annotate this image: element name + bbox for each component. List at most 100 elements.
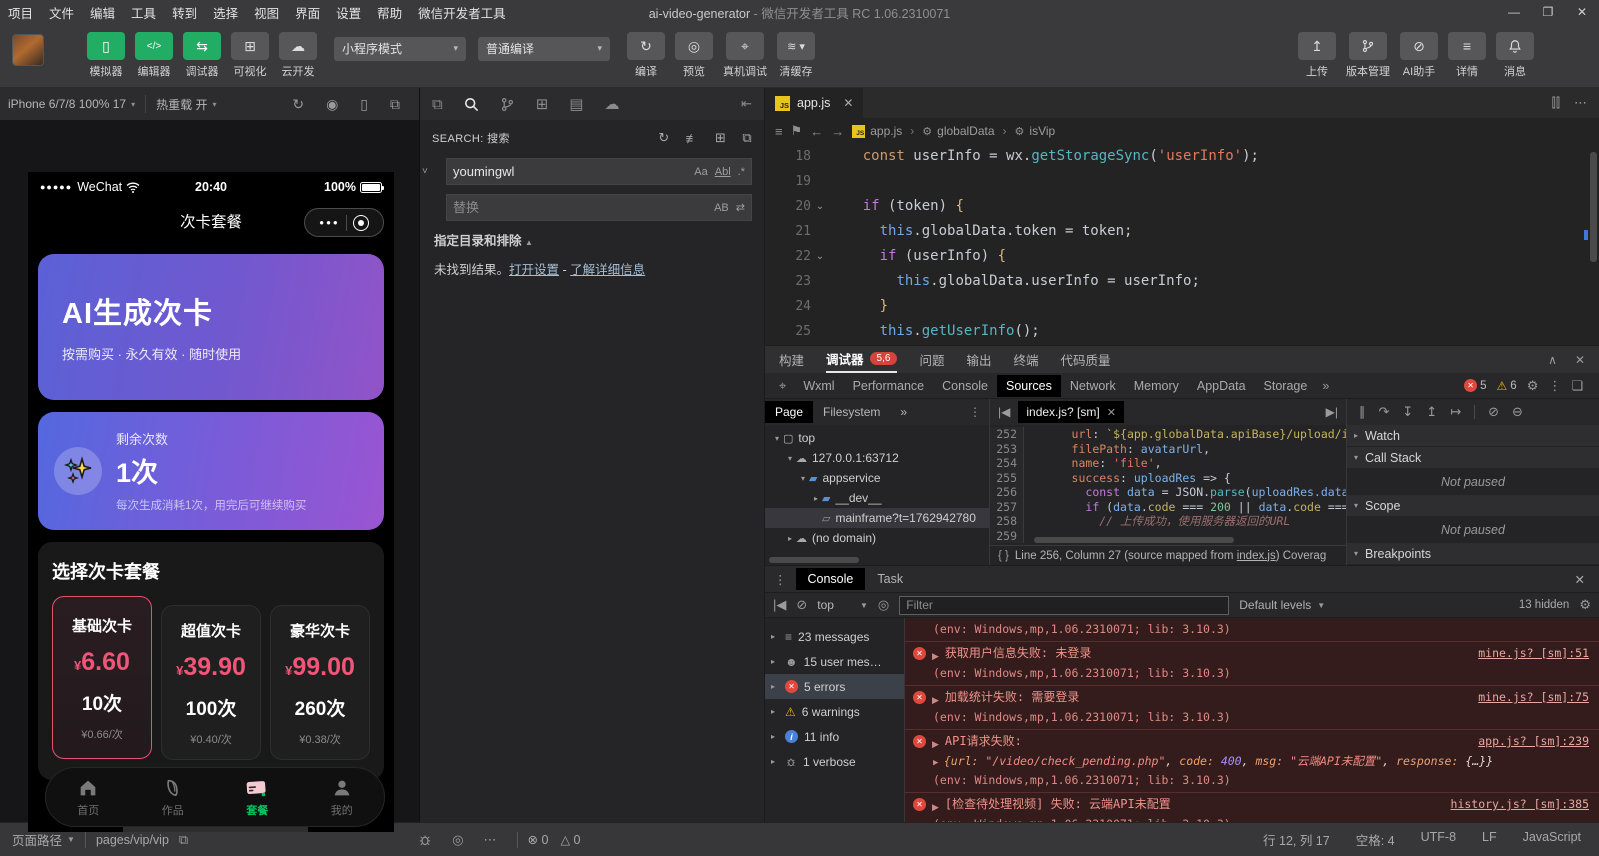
show-debugger-icon[interactable]: ▶| [1318, 405, 1346, 419]
close-tab-icon[interactable]: ✕ [843, 96, 853, 110]
step-icon[interactable]: ↦ [1450, 404, 1461, 420]
devtools-tab-appdata[interactable]: AppData [1188, 375, 1255, 397]
toolbar-button-version-control[interactable]: 版本管理 [1346, 32, 1390, 79]
user-avatar[interactable] [12, 33, 44, 66]
scope-section[interactable]: ▾ Scope [1347, 495, 1599, 517]
restore-button[interactable]: ❐ [1531, 0, 1565, 24]
toolbar-button-clear-cache[interactable]: ≋ ▾ 清缓存 [777, 32, 815, 79]
devtools-tab-performance[interactable]: Performance [844, 375, 934, 397]
sources-code[interactable]: 252 url: `${app.globalData.apiBase}/uplo… [990, 425, 1346, 545]
preserve-case-icon[interactable]: AB [714, 202, 729, 214]
minimize-button[interactable]: — [1497, 0, 1531, 24]
statusbar-item[interactable]: UTF-8 [1421, 830, 1456, 849]
log-levels-dropdown[interactable]: Default levels ▼ [1239, 598, 1325, 612]
tree-item[interactable]: ▸ ☁ (no domain) [765, 528, 989, 548]
devtools-tab-network[interactable]: Network [1061, 375, 1125, 397]
compile-mode-dropdown[interactable]: 普通编译 ▾ [478, 36, 610, 61]
hot-reload-dropdown[interactable]: 热重载 开 ▾ [156, 96, 216, 113]
toolbar-button-details[interactable]: ≡ 详情 [1448, 32, 1486, 79]
devtools-tab-storage[interactable]: Storage [1255, 375, 1317, 397]
tree-item[interactable]: ▸ ▰ __dev__ [765, 488, 989, 508]
collapse-sidebar-icon[interactable]: ⇤ [741, 96, 752, 112]
more-icon[interactable]: ⋯ [484, 832, 497, 848]
console-filter-warning[interactable]: ▸ ⚠ 6 warnings [765, 699, 904, 724]
devtools-tab-sources[interactable]: Sources [997, 374, 1061, 397]
menu-item[interactable]: 选择 [205, 3, 246, 22]
sources-hscrollbar[interactable] [1034, 537, 1234, 543]
clear-results-icon[interactable]: ≢ [686, 131, 699, 146]
devtools-tab-memory[interactable]: Memory [1125, 375, 1188, 397]
console-filter-user[interactable]: ▸ ☻ 15 user mes… [765, 649, 904, 674]
git-icon[interactable] [500, 97, 515, 112]
problem-error-count[interactable]: ⊗ 0 [528, 832, 549, 847]
console-filter-verbose[interactable]: ▸ 1 verbose [765, 749, 904, 774]
package-card[interactable]: 超值次卡 ¥39.90 100次 ¥0.40/次 [161, 605, 261, 760]
statusbar-item[interactable]: JavaScript [1523, 830, 1581, 849]
source-location-link[interactable]: app.js? [sm]:239 [1478, 733, 1589, 750]
open-in-editor-icon[interactable]: ⊞ [715, 130, 726, 146]
console-filter-list[interactable]: ▸ ≡ 23 messages [765, 624, 904, 649]
menu-item[interactable]: 帮助 [369, 3, 410, 22]
watch-expression-icon[interactable]: ◎ [452, 832, 463, 848]
console-message[interactable]: ✕ ▶ [检查待处理视频] 失败: 云端API未配置 history.js? [sm]… [905, 793, 1599, 822]
close-console-icon[interactable]: ✕ [1575, 572, 1599, 587]
more-tabs-icon[interactable]: » [890, 401, 917, 423]
page-path-label[interactable]: 页面路径 [12, 830, 62, 849]
copy-path-icon[interactable]: ⧉ [179, 832, 188, 848]
console-message[interactable]: ✕ ▶ 获取用户信息失败: 未登录 mine.js? [sm]:51 (env: Win… [905, 642, 1599, 686]
tab-works[interactable]: 作品 [131, 777, 216, 818]
console-message[interactable]: ✕ ▶ API请求失败: app.js? [sm]:239 ▶ {url: "/vide… [905, 730, 1599, 793]
device-frame-icon[interactable]: ▯ [360, 97, 368, 111]
panel-tab[interactable]: 终端 [1013, 346, 1038, 373]
clear-console-icon[interactable]: ⊘ [796, 597, 807, 613]
debug-icon[interactable] [418, 833, 432, 847]
editor-tab-appjs[interactable]: JS app.js ✕ [765, 88, 864, 118]
toolbar-button-visual[interactable]: ⊞ 可视化 [231, 32, 269, 79]
menu-item[interactable]: 视图 [246, 3, 287, 22]
forward-icon[interactable]: → [831, 124, 844, 139]
menu-item[interactable]: 编辑 [82, 3, 123, 22]
console-settings-icon[interactable]: ⚙ [1579, 597, 1591, 613]
menu-item[interactable]: 转到 [164, 3, 205, 22]
back-icon[interactable]: ← [810, 124, 823, 139]
eye-icon[interactable]: ◎ [878, 597, 889, 613]
editor-scrollbar[interactable] [1590, 152, 1597, 262]
menu-item[interactable]: 文件 [41, 3, 82, 22]
tab-console[interactable]: Console [795, 568, 866, 590]
search-input[interactable] [453, 164, 688, 179]
refresh-results-icon[interactable]: ↻ [658, 130, 669, 146]
toolbar-button-editor[interactable]: </> 编辑器 [135, 32, 173, 79]
dock-side-icon[interactable]: ❏ [1571, 378, 1583, 394]
console-filter-input[interactable] [899, 595, 1230, 615]
toolbar-button-compile[interactable]: ↻ 编译 [627, 32, 665, 79]
braces-icon[interactable]: { } [998, 550, 1009, 562]
show-sidebar-icon[interactable]: |◀ [773, 597, 786, 613]
widgets-icon[interactable]: ⊞ [536, 97, 549, 112]
collapse-results-icon[interactable]: ⧉ [742, 130, 752, 146]
console-message[interactable]: ✕ ▶ 加载统计失败: 需要登录 mine.js? [sm]:75 (env: Wind… [905, 686, 1599, 730]
float-window-icon[interactable]: ⧉ [390, 97, 400, 111]
capsule-menu[interactable]: ●●● [304, 208, 384, 237]
close-minibar-icon[interactable] [352, 214, 369, 231]
outline-icon[interactable]: ≡ [775, 124, 783, 139]
problem-warning-count[interactable]: △ 0 [560, 832, 580, 847]
tree-item[interactable]: ▾ ▢ top [765, 428, 989, 448]
tab-mine[interactable]: 我的 [300, 777, 385, 818]
tree-item[interactable]: ▾ ▰ appservice [765, 468, 989, 488]
package-card[interactable]: 豪华次卡 ¥99.00 260次 ¥0.38/次 [270, 605, 370, 760]
panel-tab[interactable]: 构建 [779, 346, 804, 373]
source-location-link[interactable]: history.js? [sm]:385 [1451, 796, 1589, 813]
menu-item[interactable]: 微信开发者工具 [410, 3, 514, 22]
show-navigator-icon[interactable]: |◀ [990, 405, 1018, 419]
more-tabs-icon[interactable]: » [1316, 379, 1335, 393]
tree-hscrollbar[interactable] [769, 557, 859, 563]
npm-icon[interactable]: ▤ [569, 97, 583, 112]
toolbar-button-debugger[interactable]: ⇆ 调试器 [183, 32, 221, 79]
breadcrumb-file[interactable]: JS app.js [852, 124, 902, 138]
toolbar-button-preview[interactable]: ◎ 预览 [675, 32, 713, 79]
pause-script-icon[interactable]: ∥ [1359, 404, 1366, 420]
toolbar-button-simulator[interactable]: ▯ 模拟器 [87, 32, 125, 79]
tab-filesystem[interactable]: Filesystem [813, 401, 890, 423]
tab-task[interactable]: Task [865, 568, 915, 590]
panel-tab[interactable]: 问题 [919, 346, 944, 373]
